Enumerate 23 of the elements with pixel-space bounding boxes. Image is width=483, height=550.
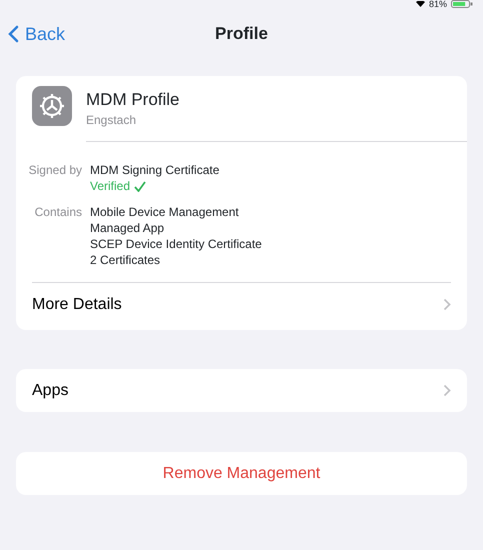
detail-value: MDM Signing Certificate bbox=[90, 162, 220, 178]
detail-value: Managed App bbox=[90, 220, 166, 236]
remove-management-button[interactable]: Remove Management bbox=[16, 452, 467, 495]
page-title: Profile bbox=[215, 23, 268, 46]
chevron-right-icon bbox=[443, 384, 451, 397]
chevron-right-icon bbox=[443, 298, 451, 311]
detail-label: Signed by bbox=[28, 162, 82, 179]
gear-icon bbox=[32, 86, 72, 126]
detail-label: Contains bbox=[34, 204, 82, 221]
battery-icon bbox=[451, 0, 473, 8]
more-details-row[interactable]: More Details bbox=[32, 283, 451, 326]
back-button[interactable]: Back bbox=[8, 20, 216, 48]
wifi-icon bbox=[416, 1, 425, 7]
battery-percentage: 81% bbox=[428, 0, 447, 8]
chevron-left-icon bbox=[8, 25, 19, 43]
check-icon bbox=[134, 180, 146, 192]
organization-name: Engstach bbox=[86, 112, 138, 129]
detail-value: 2 Certificates bbox=[90, 252, 162, 268]
verified-status: Verified bbox=[90, 178, 130, 194]
detail-value: Mobile Device Management bbox=[90, 204, 240, 220]
detail-value: SCEP Device Identity Certificate bbox=[90, 236, 263, 252]
profile-name: MDM Profile bbox=[86, 89, 181, 111]
apps-row[interactable]: Apps bbox=[16, 369, 467, 412]
